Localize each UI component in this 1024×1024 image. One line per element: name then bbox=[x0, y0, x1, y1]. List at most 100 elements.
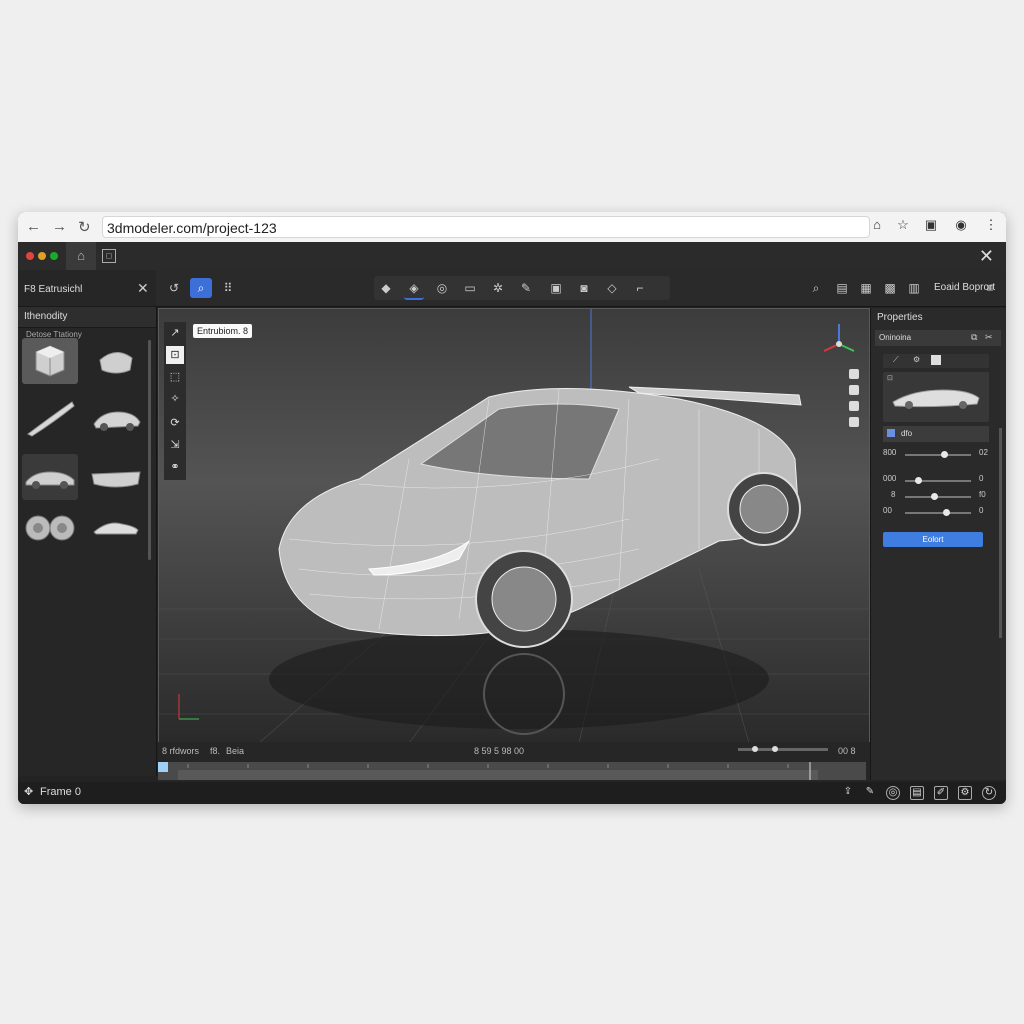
properties-scrollbar[interactable] bbox=[999, 428, 1002, 638]
upload-icon[interactable]: ⇪ bbox=[842, 786, 854, 798]
copy-icon[interactable]: ⧉ bbox=[971, 332, 977, 343]
layers-icon[interactable]: ▦ bbox=[856, 278, 876, 298]
paint-icon[interactable]: ✐ bbox=[934, 786, 948, 800]
preview-icon: ⊡ bbox=[887, 375, 893, 382]
rotate-icon[interactable]: ↺ bbox=[164, 278, 184, 298]
save-icon[interactable]: ▤ bbox=[832, 278, 852, 298]
slider-knob[interactable] bbox=[943, 509, 950, 516]
asset-thumbnail-car-side[interactable] bbox=[22, 454, 78, 500]
timeline-zoom-value: 00 8 bbox=[838, 746, 856, 756]
move-icon[interactable]: ✥ bbox=[24, 785, 33, 798]
render-mode-icon[interactable] bbox=[931, 355, 941, 365]
hierarchy-tab[interactable]: Ithenodity bbox=[18, 306, 156, 328]
address-bar[interactable]: 3dmodeler.com/project-123 bbox=[102, 216, 870, 238]
asset-thumbnail-wheels[interactable] bbox=[22, 504, 78, 550]
timecode: 8 59 5 98 00 bbox=[474, 746, 525, 756]
slider-knob[interactable] bbox=[931, 493, 938, 500]
export-icon[interactable]: ▥ bbox=[904, 278, 924, 298]
wire-mode-icon[interactable]: ⟋ bbox=[893, 355, 899, 365]
pen-icon[interactable]: ✎ bbox=[864, 786, 876, 798]
frame-tool-icon[interactable]: ▭ bbox=[460, 278, 480, 298]
material-field[interactable]: dfo bbox=[883, 426, 989, 442]
crop-tool-icon[interactable]: ⌐ bbox=[630, 278, 650, 298]
hamburger-menu-icon[interactable]: ≡ bbox=[980, 278, 1000, 298]
asset-thumbnail-spoiler-car[interactable] bbox=[88, 504, 144, 550]
timeline-zoom-slider[interactable] bbox=[738, 746, 828, 752]
bookmark-icon[interactable]: ☆ bbox=[896, 218, 910, 232]
settings-icon[interactable]: ⚙ bbox=[958, 786, 972, 800]
solid-mode-icon[interactable]: ⚙ bbox=[913, 355, 920, 364]
viewport-frame-icon[interactable] bbox=[849, 417, 859, 427]
properties-subheader: Oninoina ⧉ ✂ bbox=[875, 330, 1001, 346]
grid-icon[interactable]: ⠿ bbox=[218, 278, 238, 298]
timeline-track[interactable] bbox=[158, 762, 866, 780]
properties-panel: Properties Oninoina ⧉ ✂ ⟋ ⚙ ⊡ dfo 800 02… bbox=[870, 308, 1006, 780]
link-tool-icon[interactable]: ⚭ bbox=[166, 458, 184, 476]
slider-knob[interactable] bbox=[915, 477, 922, 484]
slider-knob[interactable] bbox=[941, 451, 948, 458]
apply-button[interactable]: Eolort bbox=[883, 532, 983, 547]
panel-scrollbar[interactable] bbox=[148, 340, 151, 560]
home-icon: ⌂ bbox=[77, 248, 85, 263]
maximize-window-dot[interactable] bbox=[50, 252, 58, 260]
panel-title: F8 Eatrusichl bbox=[24, 284, 83, 295]
material-tool-icon[interactable]: ▣ bbox=[546, 278, 566, 298]
loop-cut-icon[interactable]: ⟳ bbox=[166, 414, 184, 432]
link-icon[interactable]: ✂ bbox=[985, 332, 993, 343]
menu-dots-icon[interactable]: ⋮ bbox=[984, 218, 998, 232]
circle-tool-icon[interactable]: ◎ bbox=[432, 278, 452, 298]
render-icon[interactable]: ▩ bbox=[880, 278, 900, 298]
edit-tool-icon[interactable]: ◈ bbox=[404, 278, 424, 300]
subheader-label: Oninoina bbox=[879, 333, 912, 342]
viewport-zoom-icon[interactable] bbox=[849, 369, 859, 379]
home-icon[interactable]: ⌂ bbox=[870, 218, 884, 232]
move-tool-icon[interactable]: ◆ bbox=[376, 278, 396, 298]
reload-icon[interactable]: ↻ bbox=[78, 218, 91, 236]
refresh-icon[interactable]: ↻ bbox=[982, 786, 996, 800]
viewport-pan-icon[interactable] bbox=[849, 385, 859, 395]
property-slider-1[interactable]: 800 02 bbox=[883, 448, 991, 462]
mirror-tool-icon[interactable]: ◇ bbox=[602, 278, 622, 298]
asset-panel: F8 Eatrusichl ✕ Ithenodity Detose Ttatio… bbox=[18, 270, 157, 776]
slider-label: 00 bbox=[883, 506, 892, 515]
extrude-tool-icon[interactable]: ⬚ bbox=[166, 368, 184, 386]
forward-arrow-icon[interactable]: → bbox=[52, 218, 67, 235]
search-select-icon[interactable]: ⌕ bbox=[190, 278, 212, 298]
asset-thumbnail-front-bumper[interactable] bbox=[88, 454, 144, 500]
paint-tool-icon[interactable]: ✎ bbox=[516, 278, 536, 298]
close-icon[interactable]: ✕ bbox=[979, 246, 994, 267]
asset-thumbnail-cube[interactable] bbox=[22, 338, 78, 384]
back-arrow-icon[interactable]: ← bbox=[26, 218, 41, 235]
timeline-panel: 8 rfdwors f8. Beia 8 59 5 98 00 00 8 bbox=[158, 742, 870, 782]
material-color-swatch[interactable] bbox=[887, 429, 895, 437]
minimize-window-dot[interactable] bbox=[38, 252, 46, 260]
zoom-icon[interactable]: ⌕ bbox=[806, 278, 826, 298]
close-panel-icon[interactable]: ✕ bbox=[137, 280, 149, 297]
profile-icon[interactable]: ◉ bbox=[954, 218, 968, 232]
slider-value: 0 bbox=[979, 474, 984, 483]
property-slider-4[interactable]: 00 0 bbox=[883, 506, 991, 520]
3d-viewport[interactable]: Entrubiom. 8 bbox=[158, 308, 870, 744]
close-window-dot[interactable] bbox=[26, 252, 34, 260]
property-slider-2[interactable]: 000 0 bbox=[883, 474, 991, 488]
asset-thumbnail-bumper[interactable] bbox=[88, 338, 144, 384]
slider-knob[interactable] bbox=[752, 746, 758, 752]
knife-tool-icon[interactable]: ✧ bbox=[166, 390, 184, 408]
arrow-tool-icon[interactable]: ↗ bbox=[166, 324, 184, 342]
grid-toggle-icon[interactable]: ▤ bbox=[910, 786, 924, 800]
scale-tool-icon[interactable]: ⇲ bbox=[166, 436, 184, 454]
target-icon[interactable]: ◎ bbox=[886, 786, 900, 800]
camera-tool-icon[interactable]: ◙ bbox=[574, 278, 594, 298]
viewport-orbit-icon[interactable] bbox=[849, 401, 859, 411]
sculpt-tool-icon[interactable]: ✲ bbox=[488, 278, 508, 298]
slider-knob[interactable] bbox=[772, 746, 778, 752]
select-box-icon[interactable]: ⊡ bbox=[166, 346, 184, 364]
home-tab[interactable]: ⌂ bbox=[66, 242, 96, 270]
slider-label: 8 bbox=[891, 490, 896, 499]
asset-thumbnail-car-top[interactable] bbox=[88, 396, 144, 442]
preview-thumbnail[interactable]: ⊡ bbox=[883, 372, 989, 422]
property-slider-3[interactable]: 8 f0 bbox=[883, 490, 991, 504]
extension-icon[interactable]: ▣ bbox=[924, 218, 938, 232]
file-tab-icon[interactable]: ◻ bbox=[102, 249, 116, 263]
asset-thumbnail-blade[interactable] bbox=[22, 396, 78, 442]
